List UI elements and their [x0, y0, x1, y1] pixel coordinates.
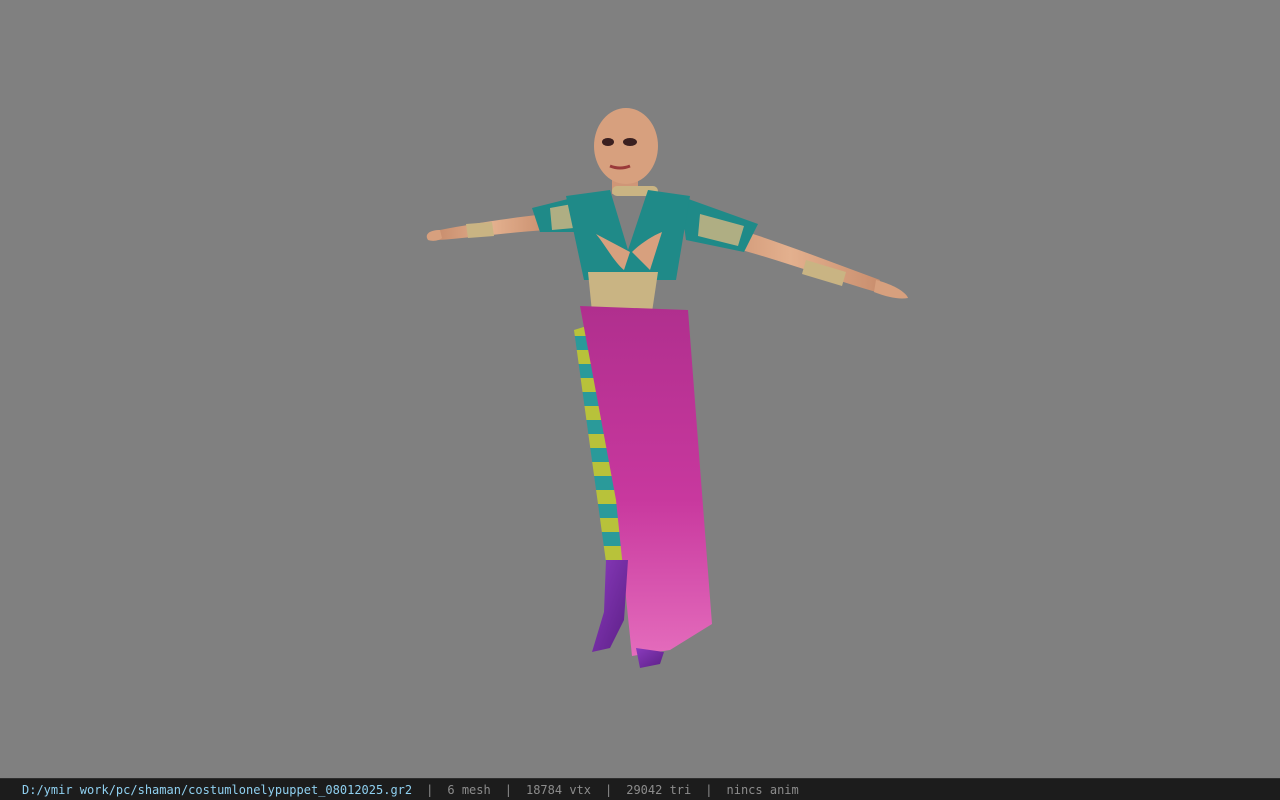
- file-path: D:/ymir work/pc/shaman/costumlonelypuppe…: [22, 782, 413, 797]
- model-viewer-window: D:/ymir work/pc/shaman/costumlonelypuppe…: [0, 0, 1280, 800]
- left-arm: [426, 214, 548, 241]
- status-separator: |: [705, 782, 713, 797]
- animation-status: nincs anim: [726, 782, 799, 797]
- left-boot: [592, 560, 628, 652]
- status-separator: |: [605, 782, 613, 797]
- status-separator: |: [426, 782, 434, 797]
- bodice: [566, 190, 690, 280]
- status-bar: D:/ymir work/pc/shaman/costumlonelypuppe…: [0, 778, 1280, 800]
- head: [594, 108, 658, 196]
- character-model: [426, 108, 908, 668]
- mesh-count: 6 mesh: [447, 782, 491, 797]
- 3d-viewport[interactable]: [0, 0, 1280, 778]
- status-separator: |: [504, 782, 512, 797]
- vertex-count: 18784 vtx: [525, 782, 591, 797]
- triangle-count: 29042 tri: [626, 782, 692, 797]
